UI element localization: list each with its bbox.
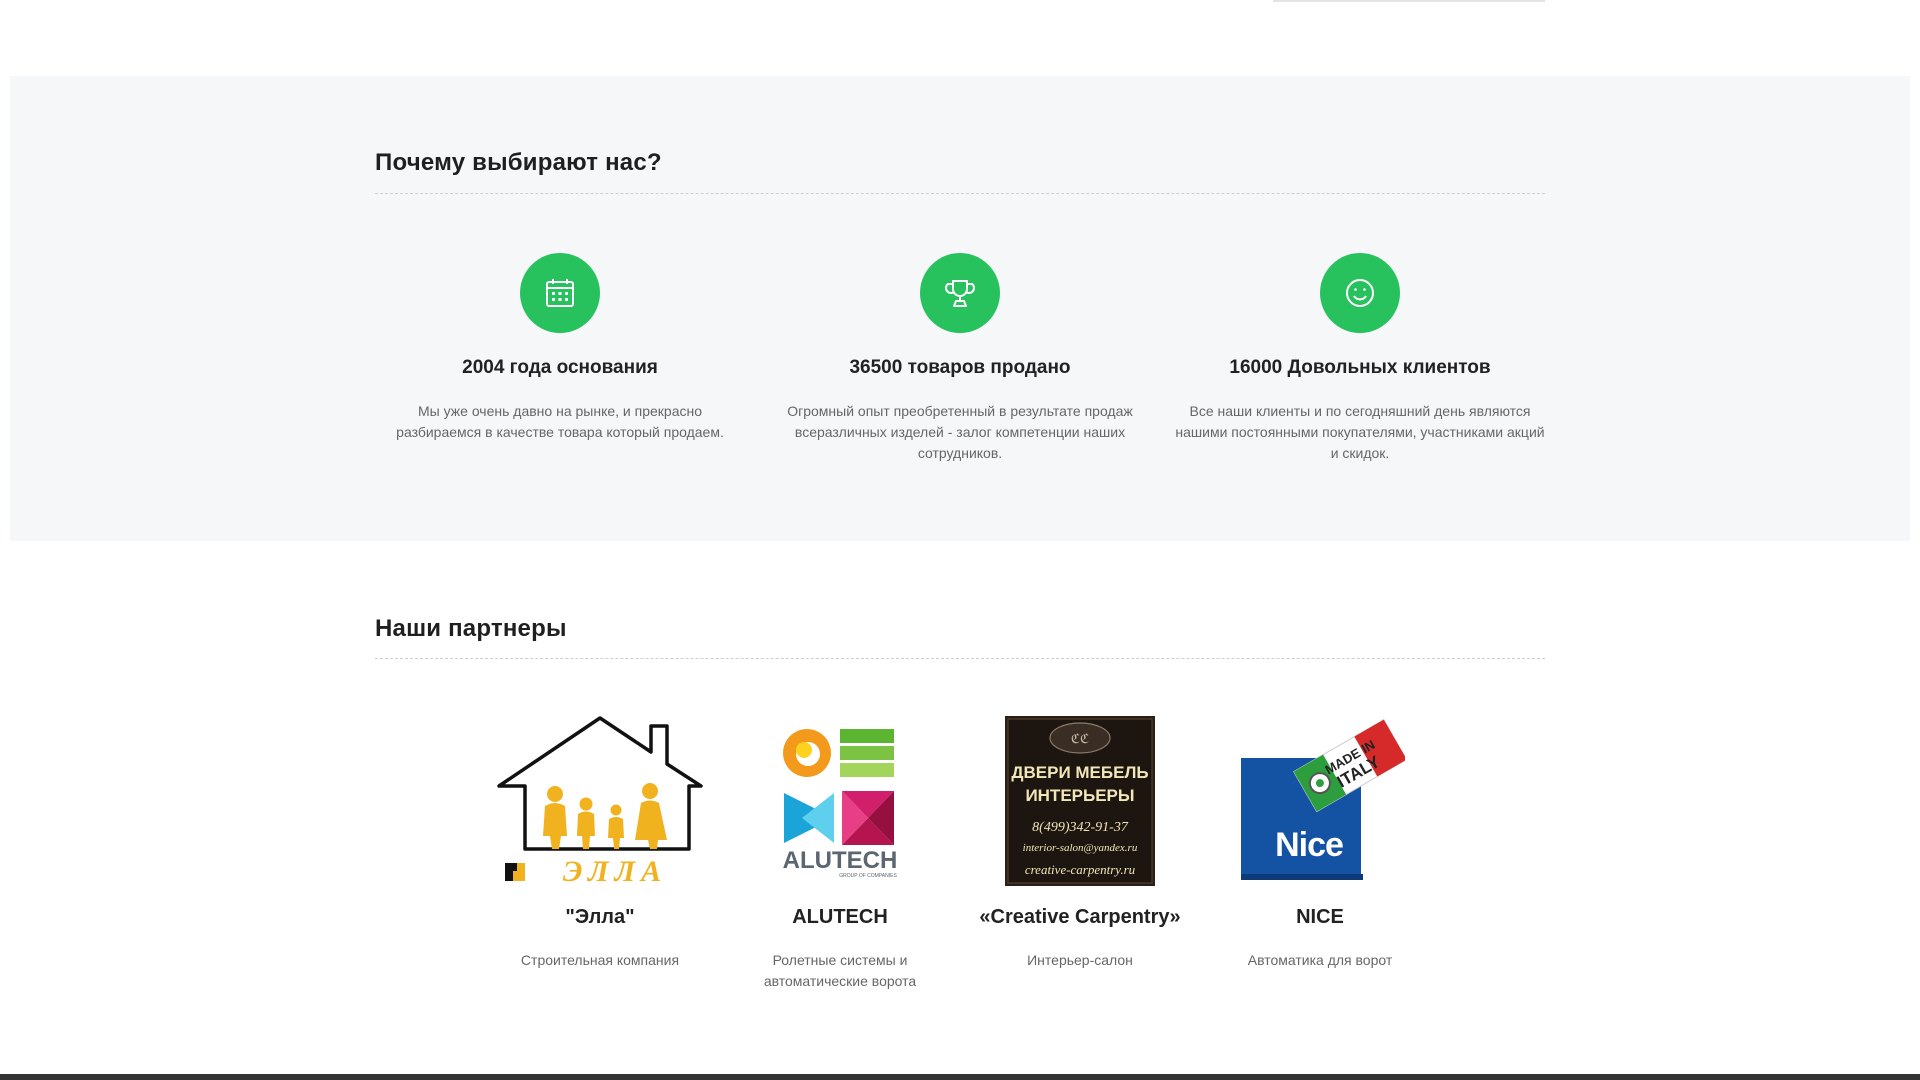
creative-carpentry-logo[interactable]: ℭℭ ДВЕРИ МЕБЕЛЬ ИНТЕРЬЕРЫ 8(499)342-91-3… [960, 716, 1200, 886]
cc-logo-email: interior-salon@yandex.ru [1023, 842, 1138, 854]
svg-text:ℭℭ: ℭℭ [1071, 731, 1089, 746]
ella-logo[interactable]: ЭЛЛА [480, 716, 720, 886]
nice-logo-text: Nice [1275, 826, 1343, 864]
feature-founded: 2004 года основания Мы уже очень давно н… [375, 253, 745, 443]
features-list: 2004 года основания Мы уже очень давно н… [375, 253, 1575, 483]
partner-name[interactable]: "Элла" [480, 906, 720, 929]
feature-text: Мы уже очень давно на рынке, и прекрасно… [396, 403, 724, 440]
partner-name[interactable]: NICE [1200, 906, 1440, 929]
footer-edge [0, 1074, 1920, 1080]
alutech-logo-text: ALUTECH [783, 847, 898, 874]
why-title-divider [375, 193, 1545, 194]
cc-logo-line: ИНТЕРЬЕРЫ [1025, 786, 1134, 805]
top-divider [1273, 0, 1545, 2]
feature-title: 16000 Довольных клиентов [1229, 357, 1491, 378]
cc-logo-line: ДВЕРИ МЕБЕЛЬ [1011, 763, 1148, 782]
partner-desc: Строительная компания [520, 952, 680, 968]
feature-title: 36500 товаров продано [849, 357, 1071, 378]
partner-nice[interactable]: Nice MADE IN ITALY NICE Автоматика для в… [1200, 716, 1440, 971]
feature-text: Огромный опыт преобретенный в результате… [787, 403, 1133, 461]
partner-alutech[interactable]: ALUTECH GROUP OF COMPANIES ALUTECH Ролет… [720, 716, 960, 992]
partner-desc: Автоматика для ворот [1247, 952, 1393, 968]
ella-logo-text: ЭЛЛА [563, 855, 667, 886]
cc-logo-phone: 8(499)342-91-37 [1032, 820, 1129, 835]
partners-title-divider [375, 658, 1545, 659]
cc-logo-site: creative-carpentry.ru [1025, 862, 1136, 877]
why-choose-us-section: Почему выбирают нас? 2004 года основания… [10, 76, 1910, 541]
partner-creative-carpentry[interactable]: ℭℭ ДВЕРИ МЕБЕЛЬ ИНТЕРЬЕРЫ 8(499)342-91-3… [960, 716, 1200, 971]
partners-list: ЭЛЛА "Элла" Строительная компания ALUTEC… [480, 716, 1440, 1016]
feature-title: 2004 года основания [462, 357, 658, 378]
partner-desc: Интерьер-салон [1027, 952, 1133, 968]
alutech-logo[interactable]: ALUTECH GROUP OF COMPANIES [720, 716, 960, 886]
feature-sold: 36500 товаров продано Огромный опыт прео… [775, 253, 1145, 464]
calendar-icon [520, 253, 600, 333]
partner-name[interactable]: ALUTECH [720, 906, 960, 929]
alutech-logo-subtext: GROUP OF COMPANIES [839, 873, 897, 879]
partners-section: Наши партнеры ЭЛЛА "Элла" Строительная к… [0, 541, 1920, 1076]
partners-title: Наши партнеры [375, 615, 567, 642]
partner-name[interactable]: «Creative Carpentry» [960, 906, 1200, 929]
why-title: Почему выбирают нас? [375, 149, 662, 176]
trophy-icon [920, 253, 1000, 333]
nice-logo[interactable]: Nice MADE IN ITALY [1200, 716, 1440, 886]
smile-icon [1320, 253, 1400, 333]
feature-clients: 16000 Довольных клиентов Все наши клиент… [1175, 253, 1545, 464]
partner-ella[interactable]: ЭЛЛА "Элла" Строительная компания [480, 716, 720, 971]
feature-text: Все наши клиенты и по сегодняшний день я… [1175, 403, 1545, 461]
partner-desc: Ролетные системы и автоматические ворота [763, 952, 917, 989]
